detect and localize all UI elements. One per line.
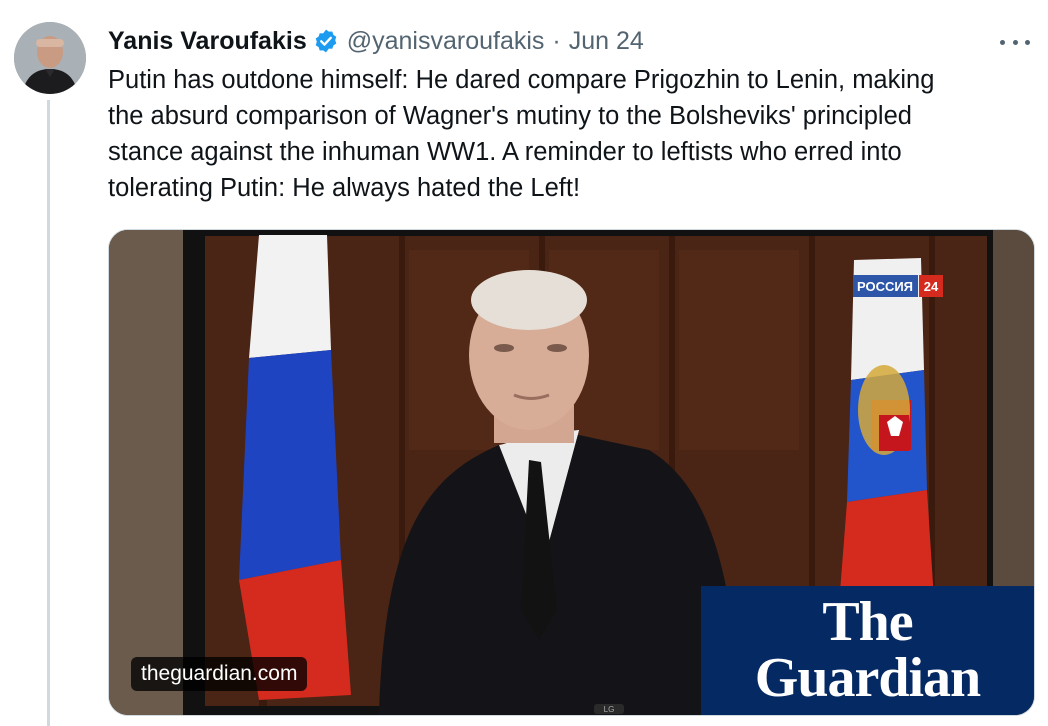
media-domain-label: theguardian.com [131, 657, 308, 691]
tweet-text-line: stance against the inhuman WW1. A remind… [108, 138, 902, 166]
tv-channel-label: РОССИЯ [857, 279, 913, 294]
tweet-text-line: tolerating Putin: He always hated the Le… [108, 174, 581, 202]
guardian-logo: The Guardian [701, 586, 1034, 715]
author-handle[interactable]: @yanisvaroufakis [347, 27, 545, 56]
guardian-logo-line2: Guardian [754, 647, 981, 709]
avatar[interactable] [14, 22, 86, 94]
more-horizontal-icon[interactable] [1000, 30, 1030, 54]
tweet-media-card[interactable]: РОССИЯ 24 LG theguardian.com The Guardia… [108, 229, 1035, 716]
thread-line [47, 100, 50, 726]
tweet-text-line: the absurd comparison of Wagner's mutiny… [108, 102, 912, 130]
tweet-date[interactable]: Jun 24 [569, 27, 644, 56]
tv-channel-number: 24 [924, 279, 939, 294]
tweet-text-line: Putin has outdone himself: He dared comp… [108, 66, 935, 94]
verified-badge-icon [313, 28, 339, 54]
tweet-header: Yanis Varoufakis @yanisvaroufakis · Jun … [108, 24, 644, 58]
guardian-logo-line1: The [822, 591, 913, 653]
avatar-image [14, 22, 86, 94]
tweet-text: Putin has outdone himself: He dared comp… [108, 62, 1028, 206]
tv-brand-label: LG [604, 705, 615, 714]
separator-dot: · [552, 26, 561, 55]
author-name[interactable]: Yanis Varoufakis [108, 27, 307, 56]
